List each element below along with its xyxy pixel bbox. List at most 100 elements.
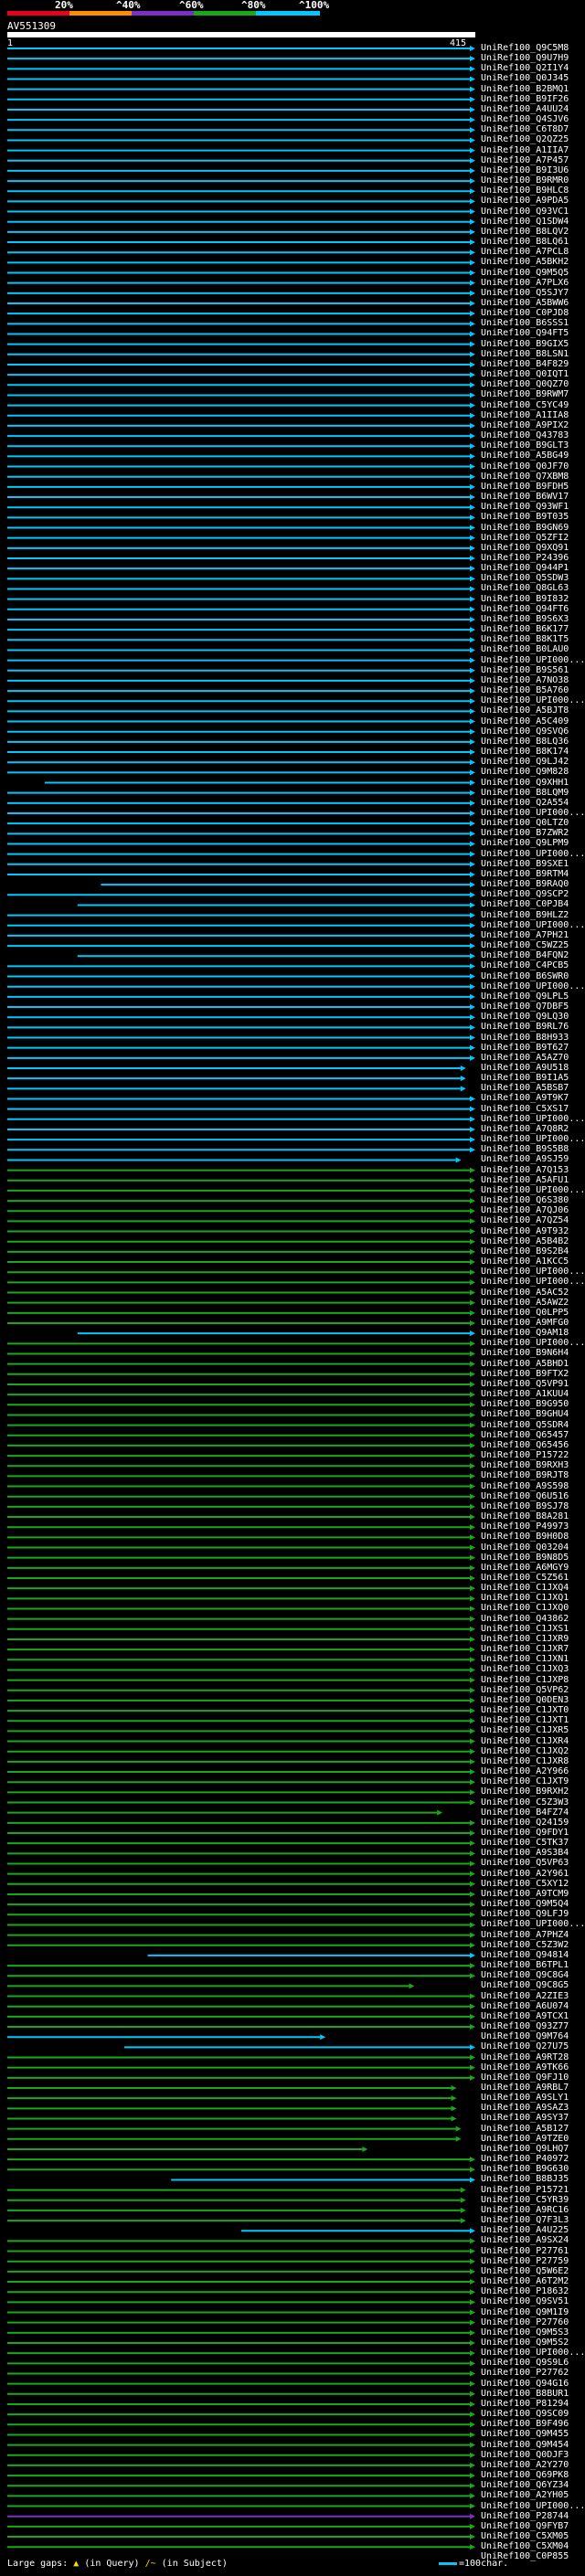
hit-row[interactable] bbox=[7, 2238, 475, 2244]
hit-label[interactable]: UniRef100_A2ZIE3 bbox=[481, 1991, 569, 2001]
hit-label[interactable]: UniRef100_B9FTX2 bbox=[481, 1369, 569, 1379]
hit-label[interactable]: UniRef100_Q5VP63 bbox=[481, 1858, 569, 1868]
hit-row[interactable] bbox=[7, 1942, 475, 1948]
hit-row[interactable] bbox=[7, 932, 475, 938]
hit-row[interactable] bbox=[7, 2034, 326, 2041]
hit-row[interactable] bbox=[7, 260, 475, 266]
hit-row[interactable] bbox=[7, 1524, 475, 1531]
hit-label[interactable]: UniRef100_B6WV17 bbox=[481, 492, 569, 502]
hit-label[interactable]: UniRef100_C0PJD8 bbox=[481, 308, 569, 318]
hit-row[interactable] bbox=[7, 1238, 475, 1245]
hit-row[interactable] bbox=[7, 239, 475, 246]
hit-label[interactable]: UniRef100_B9GN69 bbox=[481, 523, 569, 533]
hit-label[interactable]: UniRef100_Q6U516 bbox=[481, 1491, 569, 1501]
hit-row[interactable] bbox=[7, 2360, 475, 2367]
hit-label[interactable]: UniRef100_B9I1A5 bbox=[481, 1073, 569, 1083]
hit-label[interactable]: UniRef100_UPI000... bbox=[481, 808, 585, 818]
hit-row[interactable] bbox=[7, 463, 475, 470]
hit-label[interactable]: UniRef100_Q9C5M8 bbox=[481, 43, 569, 53]
hit-label[interactable]: UniRef100_A9S3B4 bbox=[481, 1848, 569, 1858]
hit-row[interactable] bbox=[7, 2442, 475, 2448]
hit-row[interactable] bbox=[7, 576, 475, 582]
hit-row[interactable] bbox=[7, 790, 475, 796]
hit-row[interactable] bbox=[7, 1147, 475, 1153]
hit-label[interactable]: UniRef100_Q5ZFI2 bbox=[481, 533, 569, 543]
hit-label[interactable]: UniRef100_P15721 bbox=[481, 2185, 569, 2195]
hit-row[interactable] bbox=[7, 392, 475, 398]
hit-label[interactable]: UniRef100_Q9LFJ9 bbox=[481, 1909, 569, 1919]
hit-row[interactable] bbox=[77, 1330, 475, 1337]
hit-row[interactable] bbox=[101, 882, 475, 888]
hit-row[interactable] bbox=[7, 596, 475, 602]
hit-row[interactable] bbox=[7, 66, 475, 72]
hit-label[interactable]: UniRef100_A7PHZ4 bbox=[481, 1930, 569, 1940]
hit-row[interactable] bbox=[7, 106, 475, 112]
hit-label[interactable]: UniRef100_C1JXT9 bbox=[481, 1776, 569, 1786]
hit-row[interactable] bbox=[7, 127, 475, 133]
hit-row[interactable] bbox=[7, 86, 475, 92]
hit-label[interactable]: UniRef100_C5TK37 bbox=[481, 1838, 569, 1848]
hit-label[interactable]: UniRef100_B6SWR0 bbox=[481, 971, 569, 981]
hit-label[interactable]: UniRef100_Q9FDY1 bbox=[481, 1828, 569, 1838]
hit-label[interactable]: UniRef100_UPI000... bbox=[481, 1114, 585, 1124]
hit-label[interactable]: UniRef100_A7QJ06 bbox=[481, 1205, 569, 1215]
hit-label[interactable]: UniRef100_A1IIA8 bbox=[481, 410, 569, 420]
hit-label[interactable]: UniRef100_B6SSS1 bbox=[481, 318, 569, 328]
hit-label[interactable]: UniRef100_P15722 bbox=[481, 1450, 569, 1460]
hit-row[interactable] bbox=[7, 2197, 466, 2203]
hit-row[interactable] bbox=[7, 1860, 475, 1867]
hit-row[interactable] bbox=[7, 1463, 475, 1469]
hit-row[interactable] bbox=[7, 1289, 475, 1296]
hit-label[interactable]: UniRef100_C1JXQ1 bbox=[481, 1593, 569, 1603]
hit-row[interactable] bbox=[7, 606, 475, 612]
hit-row[interactable] bbox=[7, 1687, 475, 1693]
hit-label[interactable]: UniRef100_A1IIA7 bbox=[481, 145, 569, 155]
hit-label[interactable]: UniRef100_B9IF26 bbox=[481, 94, 569, 104]
hit-label[interactable]: UniRef100_B9SXE1 bbox=[481, 859, 569, 869]
hit-row[interactable] bbox=[7, 1198, 475, 1204]
hit-row[interactable] bbox=[7, 821, 475, 827]
hit-label[interactable]: UniRef100_A9SY37 bbox=[481, 2113, 569, 2123]
hit-row[interactable] bbox=[7, 1371, 475, 1377]
hit-label[interactable]: UniRef100_A7NO38 bbox=[481, 675, 569, 685]
hit-label[interactable]: UniRef100_B9N8D5 bbox=[481, 1553, 569, 1563]
hit-label[interactable]: UniRef100_A5C409 bbox=[481, 716, 569, 726]
hit-label[interactable]: UniRef100_Q69PK8 bbox=[481, 2470, 569, 2480]
hit-row[interactable] bbox=[7, 1983, 415, 1989]
hit-row[interactable] bbox=[7, 943, 475, 949]
hit-label[interactable]: UniRef100_B9G630 bbox=[481, 2164, 569, 2174]
hit-row[interactable] bbox=[7, 637, 475, 643]
hit-label[interactable]: UniRef100_P49973 bbox=[481, 1521, 569, 1532]
hit-row[interactable] bbox=[7, 2024, 475, 2030]
hit-label[interactable]: UniRef100_C1JXR9 bbox=[481, 1634, 569, 1644]
hit-row[interactable] bbox=[7, 2064, 475, 2071]
hit-row[interactable] bbox=[7, 831, 475, 837]
hit-label[interactable]: UniRef100_A4U225 bbox=[481, 2225, 569, 2235]
hit-label[interactable]: UniRef100_A7PH21 bbox=[481, 930, 569, 940]
hit-label[interactable]: UniRef100_B9I3U6 bbox=[481, 165, 569, 175]
hit-label[interactable]: UniRef100_Q2QZ25 bbox=[481, 134, 569, 144]
hit-label[interactable]: UniRef100_Q9M454 bbox=[481, 2440, 569, 2450]
hit-label[interactable]: UniRef100_Q4SJV6 bbox=[481, 114, 569, 124]
hit-label[interactable]: UniRef100_B8BUR1 bbox=[481, 2389, 569, 2399]
hit-label[interactable]: UniRef100_A7PLX6 bbox=[481, 278, 569, 288]
hit-label[interactable]: UniRef100_P24396 bbox=[481, 553, 569, 563]
hit-row[interactable] bbox=[7, 1228, 475, 1235]
hit-label[interactable]: UniRef100_A4UU24 bbox=[481, 104, 569, 114]
hit-row[interactable] bbox=[7, 473, 475, 480]
hit-row[interactable] bbox=[7, 586, 475, 592]
hit-row[interactable] bbox=[7, 1167, 475, 1173]
hit-label[interactable]: UniRef100_Q9LPL5 bbox=[481, 991, 569, 1002]
hit-label[interactable]: UniRef100_Q9M764 bbox=[481, 2031, 569, 2041]
hit-label[interactable]: UniRef100_Q9SCP2 bbox=[481, 889, 569, 899]
hit-label[interactable]: UniRef100_B9S5B8 bbox=[481, 1144, 569, 1154]
hit-row[interactable] bbox=[7, 1830, 475, 1836]
hit-label[interactable]: UniRef100_A9TCM9 bbox=[481, 1889, 569, 1899]
hit-row[interactable] bbox=[7, 1657, 475, 1663]
hit-row[interactable] bbox=[7, 677, 475, 684]
hit-label[interactable]: UniRef100_A7QZ54 bbox=[481, 1215, 569, 1225]
hit-row[interactable] bbox=[7, 2401, 475, 2407]
hit-label[interactable]: UniRef100_A9TZE0 bbox=[481, 2134, 569, 2144]
hit-row[interactable] bbox=[7, 372, 475, 378]
hit-row[interactable] bbox=[7, 290, 475, 296]
